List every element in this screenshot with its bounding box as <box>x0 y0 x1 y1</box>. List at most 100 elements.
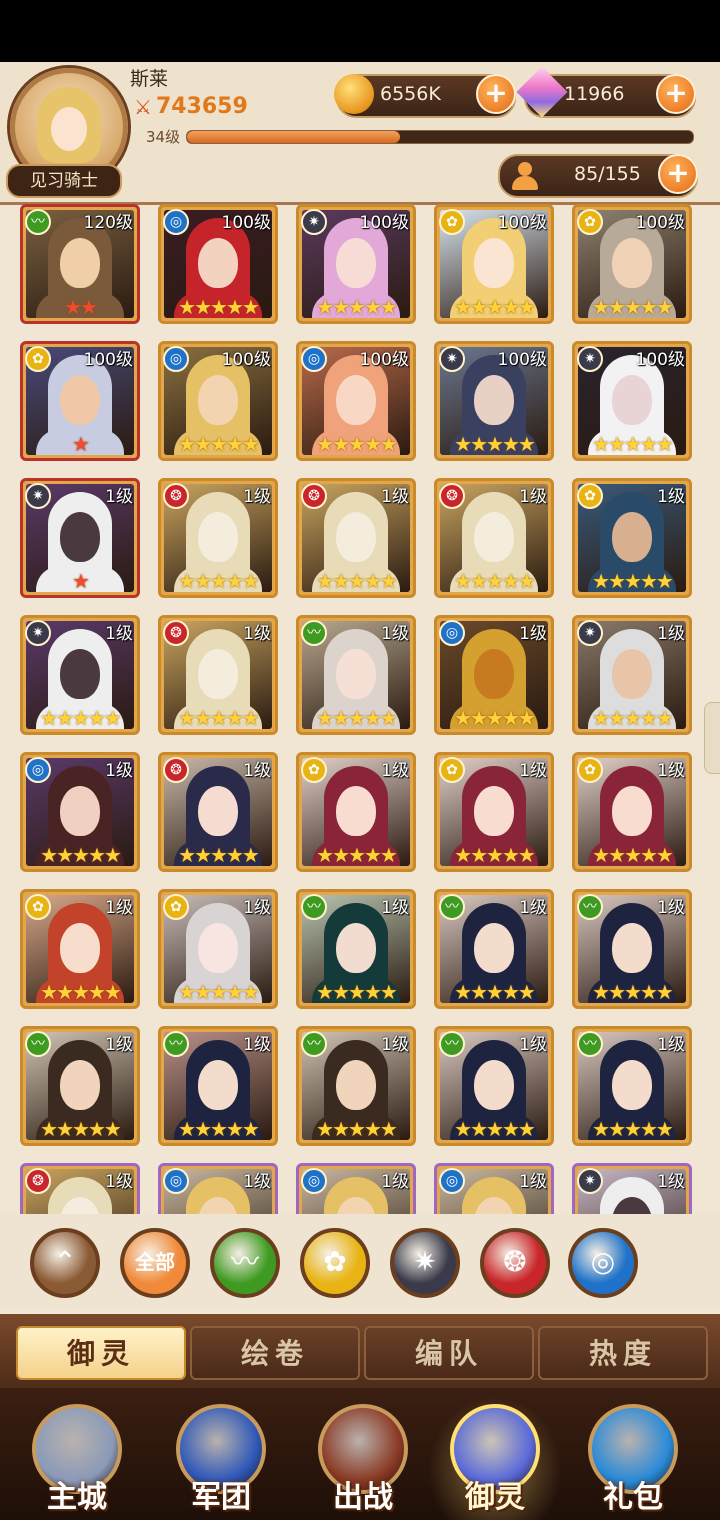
hero-card[interactable]: ✿ 100级 ★★★★★ <box>572 204 692 324</box>
hero-card[interactable]: ✷1级★★★★★ <box>572 615 692 735</box>
side-drawer-handle[interactable] <box>704 702 720 774</box>
hero-card[interactable]: 〰 1级 ★★★★★ <box>572 1026 692 1146</box>
hero-card[interactable]: ✷ 1级 ★ <box>20 478 140 598</box>
hero-card[interactable]: 〰 1级 ★★★★★ <box>20 1026 140 1146</box>
hero-level: 100级 <box>221 350 271 370</box>
hero-level: 1级 <box>243 1172 271 1192</box>
filter-all-button[interactable]: 全部 <box>120 1228 190 1298</box>
hero-card[interactable]: ✿ 1级 ★★★★★ <box>572 752 692 872</box>
hero-level: 1级 <box>657 1172 685 1192</box>
hero-card[interactable]: ✿ 1级 ★★★★★ <box>20 889 140 1009</box>
hero-level: 1级 <box>105 624 133 644</box>
dark-element-icon: ✷ <box>439 346 465 372</box>
filter-wind-button[interactable]: 〰 <box>210 1228 280 1298</box>
hero-card[interactable]: ✷ 100级 ★★★★★ <box>434 341 554 461</box>
wind-element-icon: 〰 <box>439 1031 465 1057</box>
chevron-up-icon: ⌃ <box>53 1245 77 1278</box>
wind-element-icon: 〰 <box>163 1031 189 1057</box>
hero-card[interactable]: 〰 1级 ★★★★★ <box>296 889 416 1009</box>
hero-card[interactable]: ❂1级★★★★★ <box>434 478 554 598</box>
hero-card[interactable]: ❂1级★★★★★ <box>158 752 278 872</box>
wind-element-icon: 〰 <box>577 1031 603 1057</box>
hero-card[interactable]: ◎ 100级 ★★★★★ <box>158 204 278 324</box>
nav-item-3[interactable]: 御灵 <box>428 1396 562 1520</box>
tab-2[interactable]: 编队 <box>364 1326 534 1380</box>
hero-star-rating: ★★★★★ <box>592 569 674 593</box>
hero-card[interactable]: ◎1级★★★★★ <box>434 615 554 735</box>
nav-item-2[interactable]: 出战 <box>296 1396 430 1520</box>
water-element-icon: ◎ <box>163 346 189 372</box>
dark-element-icon: ✷ <box>577 620 603 646</box>
filter-fire-button[interactable]: ❂ <box>480 1228 550 1298</box>
nav-item-1[interactable]: 军团 <box>154 1396 288 1520</box>
hero-star-rating: ★★★★★ <box>316 843 398 867</box>
hero-card[interactable]: 〰 1级 ★★★★★ <box>296 1026 416 1146</box>
nav-item-4[interactable]: 礼包 <box>566 1396 700 1520</box>
tab-3[interactable]: 热度 <box>538 1326 708 1380</box>
hero-face <box>198 923 238 973</box>
hero-card[interactable]: ✷1级★★★★★ <box>572 1163 692 1214</box>
hero-card[interactable]: ✷1级★★★★★ <box>20 615 140 735</box>
gold-counter: 6556K + <box>334 74 516 118</box>
hero-card[interactable]: 〰 1级 ★★★★★ <box>434 1026 554 1146</box>
hero-card[interactable]: ◎1级★★★★★ <box>158 1163 278 1214</box>
hero-card[interactable]: ✿ 1级 ★★★★★ <box>572 478 692 598</box>
hero-grid[interactable]: 〰 120级 ★★ ◎ 100级 ★★★★★ ✷ 100级 ★★★★★ ✿ 100级 ★★★★★ ✿ 10… <box>20 204 700 1214</box>
hero-face <box>474 923 514 973</box>
add-gold-button[interactable]: + <box>476 74 516 114</box>
hero-card[interactable]: ✿ 1级 ★★★★★ <box>296 752 416 872</box>
hero-card[interactable]: ◎1级★★★★★ <box>20 752 140 872</box>
nav-label: 出战 <box>333 1480 393 1515</box>
tab-0[interactable]: 御灵 <box>16 1326 186 1380</box>
hero-face <box>474 649 514 699</box>
hero-card[interactable]: ✿ 1级 ★★★★★ <box>158 889 278 1009</box>
hero-star-rating: ★★★★★ <box>178 569 260 593</box>
expand-roster-button[interactable]: + <box>658 154 698 194</box>
light-element-icon: ✿ <box>25 346 51 372</box>
tab-1[interactable]: 绘卷 <box>190 1326 360 1380</box>
hero-level: 1级 <box>381 761 409 781</box>
dark-element-icon: ✷ <box>301 209 327 235</box>
hero-card[interactable]: ✷ 100级 ★★★★★ <box>296 204 416 324</box>
wind-element-icon: 〰 <box>25 1031 51 1057</box>
hero-card[interactable]: ❂1级★★★★★ <box>158 615 278 735</box>
filter-collapse-button[interactable]: ⌃ <box>30 1228 100 1298</box>
hero-star-rating: ★★★★★ <box>178 843 260 867</box>
filter-water-button[interactable]: ◎ <box>568 1228 638 1298</box>
hero-card[interactable]: ✿ 1级 ★★★★★ <box>434 752 554 872</box>
add-gems-button[interactable]: + <box>656 74 696 114</box>
hero-card[interactable]: 〰 1级 ★★★★★ <box>158 1026 278 1146</box>
light-element-icon: ✿ <box>25 894 51 920</box>
hero-card[interactable]: ✿ 100级 ★ <box>20 341 140 461</box>
gold-coin-icon <box>334 74 374 114</box>
hero-star-rating: ★★★★★ <box>454 295 536 319</box>
hero-card[interactable]: ❂1级★★★★★ <box>296 478 416 598</box>
hero-card[interactable]: ✿ 100级 ★★★★★ <box>434 204 554 324</box>
nav-label: 礼包 <box>603 1480 663 1515</box>
hero-level: 1级 <box>519 624 547 644</box>
hero-card[interactable]: ◎ 100级 ★★★★★ <box>158 341 278 461</box>
hero-star-rating: ★ <box>72 569 90 593</box>
filter-dark-button[interactable]: ✷ <box>390 1228 460 1298</box>
light-element-icon: ✿ <box>439 209 465 235</box>
hero-card[interactable]: 〰 1级 ★★★★★ <box>434 889 554 1009</box>
hero-level: 1级 <box>657 761 685 781</box>
hero-card[interactable]: 〰 120级 ★★ <box>20 204 140 324</box>
hero-level: 100级 <box>497 213 547 233</box>
hero-card[interactable]: ❂1级★★★★★ <box>20 1163 140 1214</box>
person-icon <box>510 162 540 190</box>
hero-face <box>612 786 652 836</box>
hero-card[interactable]: ◎1级★★★★★ <box>434 1163 554 1214</box>
filter-light-button[interactable]: ✿ <box>300 1228 370 1298</box>
nav-item-0[interactable]: 主城 <box>10 1396 144 1520</box>
hero-card[interactable]: 〰 1级 ★★★★★ <box>296 615 416 735</box>
dark-element-icon: ✷ <box>577 346 603 372</box>
hero-card[interactable]: ✷ 100级 ★★★★★ <box>572 341 692 461</box>
player-header: 见习骑士 斯莱 ⚔ 743659 34级 6556K + 11966 + 85/… <box>0 62 720 205</box>
hero-level: 100级 <box>83 350 133 370</box>
hero-card[interactable]: 〰 1级 ★★★★★ <box>572 889 692 1009</box>
hero-card[interactable]: ❂1级★★★★★ <box>158 478 278 598</box>
hero-card[interactable]: ◎ 100级 ★★★★★ <box>296 341 416 461</box>
hero-card[interactable]: ◎1级★★★★★ <box>296 1163 416 1214</box>
hero-level: 1级 <box>519 1172 547 1192</box>
